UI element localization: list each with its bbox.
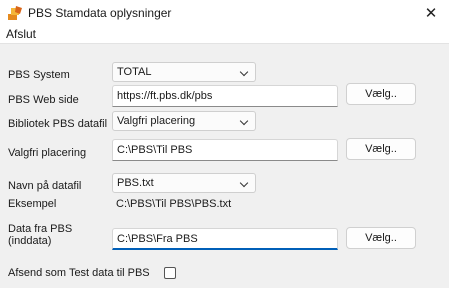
eksempel-value: C:\PBS\Til PBS\PBS.txt	[116, 198, 232, 210]
pbs-system-select[interactable]: TOTAL	[112, 62, 256, 82]
data-fra-input[interactable]: C:\PBS\Fra PBS	[112, 228, 338, 250]
bibliotek-select[interactable]: Valgfri placering	[112, 111, 256, 131]
test-data-checkbox[interactable]	[164, 267, 176, 279]
chevron-down-icon	[235, 63, 255, 81]
data-fra-choose-button[interactable]: Vælg..	[346, 227, 416, 249]
navn-label: Navn på datafil	[8, 180, 82, 192]
menu-item-afslut[interactable]: Afslut	[6, 27, 36, 41]
valgfri-value: C:\PBS\Til PBS	[117, 144, 193, 156]
chevron-down-icon	[235, 174, 255, 192]
valgfri-choose-button[interactable]: Vælg..	[346, 138, 416, 160]
web-side-choose-button[interactable]: Vælg..	[346, 83, 416, 105]
pbs-system-label: PBS System	[8, 69, 70, 81]
web-side-label: PBS Web side	[8, 94, 79, 106]
pbs-system-value: TOTAL	[117, 66, 152, 78]
web-side-value: https://ft.pbs.dk/pbs	[117, 90, 213, 102]
web-side-input[interactable]: https://ft.pbs.dk/pbs	[112, 85, 338, 107]
data-fra-value: C:\PBS\Fra PBS	[117, 233, 198, 245]
valgfri-input[interactable]: C:\PBS\Til PBS	[112, 139, 338, 161]
bibliotek-label: Bibliotek PBS datafil	[8, 118, 108, 130]
navn-value: PBS.txt	[117, 177, 154, 189]
bibliotek-value: Valgfri placering	[117, 115, 196, 127]
title-bar: PBS Stamdata oplysninger ✕	[0, 0, 449, 26]
eksempel-label: Eksempel	[8, 198, 57, 210]
window-title: PBS Stamdata oplysninger	[28, 6, 172, 20]
navn-select[interactable]: PBS.txt	[112, 173, 256, 193]
valgfri-label: Valgfri placering	[8, 147, 87, 159]
menu-bar: Afslut	[0, 26, 449, 44]
chevron-down-icon	[235, 112, 255, 130]
close-button[interactable]: ✕	[413, 0, 449, 26]
data-fra-label-line1: Data fra PBS	[8, 223, 73, 235]
app-logo-icon	[8, 6, 22, 20]
data-fra-label-line2: (inddata)	[8, 235, 52, 247]
test-data-label: Afsend som Test data til PBS	[8, 267, 150, 279]
close-icon: ✕	[424, 5, 438, 22]
